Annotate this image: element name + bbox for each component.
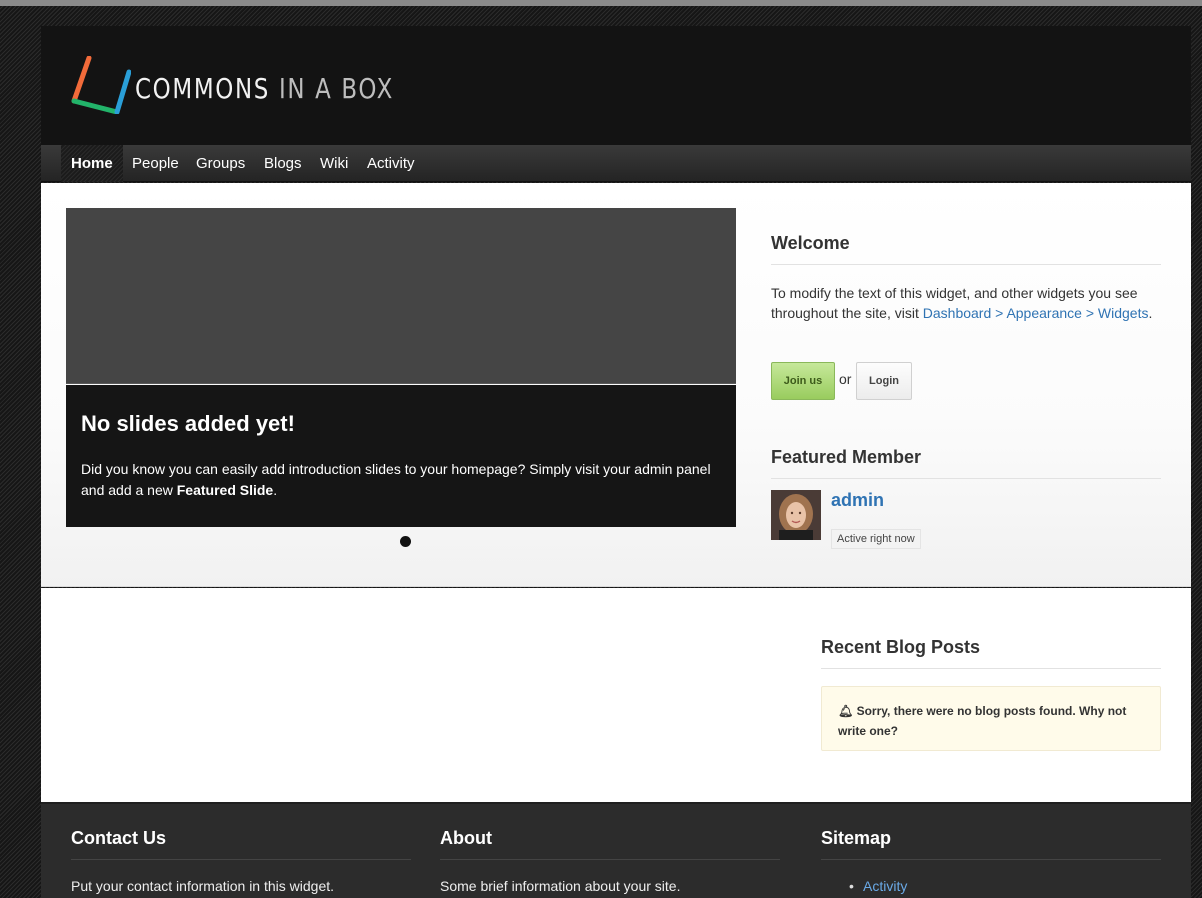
footer-contact-text: Put your contact information in this wid… bbox=[71, 878, 335, 894]
sitemap-list: Activity bbox=[821, 878, 1161, 894]
or-separator: or bbox=[839, 371, 852, 387]
footer-about-widget: About Some brief information about your … bbox=[440, 828, 780, 894]
nav-blogs[interactable]: Blogs bbox=[254, 145, 312, 182]
slide-text-bold: Featured Slide bbox=[176, 482, 274, 498]
nav-people[interactable]: People bbox=[122, 145, 189, 182]
logo-word-in-a-box: IN A BOX bbox=[278, 72, 395, 105]
join-us-button[interactable]: Join us bbox=[771, 362, 835, 400]
welcome-widget-title: Welcome bbox=[771, 233, 1161, 265]
logo-word-commons: COMMONS bbox=[135, 72, 271, 105]
slider-pager-dot[interactable] bbox=[400, 536, 411, 547]
page-container: COMMONS IN A BOX Home People Groups Blog… bbox=[41, 6, 1191, 898]
footer-contact-title: Contact Us bbox=[71, 828, 411, 860]
no-posts-notice: 🔔︎ Sorry, there were no blog posts found… bbox=[821, 686, 1161, 751]
welcome-widget-text: To modify the text of this widget, and o… bbox=[771, 283, 1161, 323]
slide-text-end: . bbox=[273, 482, 278, 498]
site-header: COMMONS IN A BOX bbox=[41, 26, 1191, 145]
home-main-section: No slides added yet! Did you know you ca… bbox=[41, 183, 1191, 587]
member-name-link[interactable]: admin bbox=[831, 490, 884, 511]
footer-about-text: Some brief information about your site. bbox=[440, 878, 681, 894]
sitemap-item-activity[interactable]: Activity bbox=[821, 878, 1161, 894]
login-button[interactable]: Login bbox=[856, 362, 912, 400]
main-nav: Home People Groups Blogs Wiki Activity bbox=[41, 145, 1191, 182]
slide-caption: No slides added yet! Did you know you ca… bbox=[66, 385, 736, 527]
bell-icon: 🔔︎ bbox=[838, 704, 854, 718]
slide-text: Did you know you can easily add introduc… bbox=[81, 459, 721, 501]
welcome-text-end: . bbox=[1148, 305, 1153, 321]
nav-home[interactable]: Home bbox=[61, 145, 123, 182]
commons-logo-icon[interactable] bbox=[71, 56, 131, 114]
slide-text-intro: Did you know you can easily add introduc… bbox=[81, 461, 711, 498]
widgets-admin-link[interactable]: Dashboard > Appearance > Widgets bbox=[923, 305, 1149, 321]
nav-groups[interactable]: Groups bbox=[186, 145, 255, 182]
footer-sitemap-title: Sitemap bbox=[821, 828, 1161, 860]
member-avatar[interactable] bbox=[771, 490, 821, 540]
site-logo-text[interactable]: COMMONS IN A BOX bbox=[135, 72, 394, 105]
member-activity-status: Active right now bbox=[831, 529, 921, 549]
featured-slider: No slides added yet! Did you know you ca… bbox=[66, 208, 736, 527]
featured-member-title: Featured Member bbox=[771, 447, 1161, 479]
nav-activity[interactable]: Activity bbox=[357, 145, 425, 182]
footer-contact-widget: Contact Us Put your contact information … bbox=[71, 828, 411, 894]
footer-sitemap-widget: Sitemap Activity bbox=[821, 828, 1161, 894]
slide-title: No slides added yet! bbox=[81, 411, 295, 436]
slide-image-placeholder bbox=[66, 208, 736, 384]
footer-about-title: About bbox=[440, 828, 780, 860]
no-posts-notice-text: Sorry, there were no blog posts found. W… bbox=[838, 704, 1127, 738]
home-lower-section: Recent Blog Posts 🔔︎ Sorry, there were n… bbox=[41, 588, 1191, 802]
recent-posts-title: Recent Blog Posts bbox=[821, 637, 1161, 669]
nav-wiki[interactable]: Wiki bbox=[310, 145, 358, 182]
site-footer: Contact Us Put your contact information … bbox=[41, 802, 1191, 898]
